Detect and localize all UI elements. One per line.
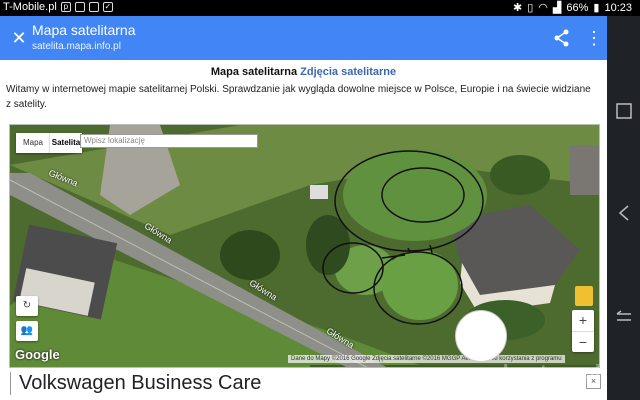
page-heading: Mapa satelitarna Zdjęcia satelitarne	[0, 66, 607, 78]
battery-percent: 66%	[566, 1, 589, 14]
home-icon[interactable]	[613, 202, 635, 224]
ad-arrow-icon[interactable]	[455, 310, 507, 362]
image-icon	[74, 2, 85, 12]
rotate-icon[interactable]: ↻	[16, 296, 38, 316]
zoom-in-button[interactable]: +	[572, 310, 594, 332]
system-nav-bar	[607, 16, 640, 400]
zoom-out-button[interactable]: −	[572, 332, 594, 353]
satellite-imagery	[10, 125, 599, 367]
intro-text: Witamy w internetowej mapie satelitarnej…	[6, 84, 591, 110]
heading-link[interactable]: Zdjęcia satelitarne	[300, 66, 396, 78]
bluetooth-icon: ✱	[513, 2, 523, 14]
map-type-satellite-button[interactable]: Satelita	[50, 133, 82, 153]
mail-icon	[88, 2, 99, 12]
page-url: satelita.mapa.info.pl	[32, 41, 121, 52]
people-icon[interactable]: 👥	[16, 321, 38, 341]
location-search-input[interactable]: Wpisz lokalizację	[80, 134, 258, 148]
close-icon[interactable]: ✕	[9, 26, 29, 50]
clock: 10:23	[604, 1, 632, 14]
notification-icon: p	[60, 2, 71, 12]
web-content: Mapa satelitarna Zdjęcia satelitarne Wit…	[0, 60, 607, 400]
battery-icon: ▮	[593, 2, 600, 14]
carrier-label: T-Mobile.pl	[3, 1, 57, 13]
map-type-map-button[interactable]: Mapa	[16, 133, 50, 153]
status-bar: T-Mobile.pl p ✓ ✱ ▯ ◠ ▟ 66% ▮ 10:23	[0, 0, 640, 16]
custom-tab-toolbar: ✕ Mapa satelitarna satelita.mapa.info.pl…	[0, 16, 607, 60]
pegman-icon[interactable]	[575, 286, 593, 306]
zoom-control: + −	[572, 310, 594, 352]
watermark: egospodarstwo.pl	[420, 360, 601, 385]
satellite-map[interactable]: Mapa Satelita Wpisz lokalizację ↻ 👥 + − …	[9, 124, 600, 368]
signal-icon: ▟	[552, 2, 562, 14]
more-vert-icon[interactable]: ⋮	[585, 26, 603, 50]
page-title: Mapa satelitarna	[32, 22, 136, 38]
wifi-icon: ◠	[538, 2, 548, 14]
ad-text[interactable]: Volkswagen Business Care	[10, 372, 261, 395]
google-logo: Google	[15, 347, 60, 362]
vibrate-icon: ▯	[527, 2, 534, 14]
back-icon[interactable]	[613, 306, 635, 328]
recents-icon[interactable]	[613, 100, 635, 122]
share-icon[interactable]	[552, 28, 572, 48]
heading-title: Mapa satelitarna	[210, 66, 298, 78]
check-icon: ✓	[102, 2, 113, 12]
